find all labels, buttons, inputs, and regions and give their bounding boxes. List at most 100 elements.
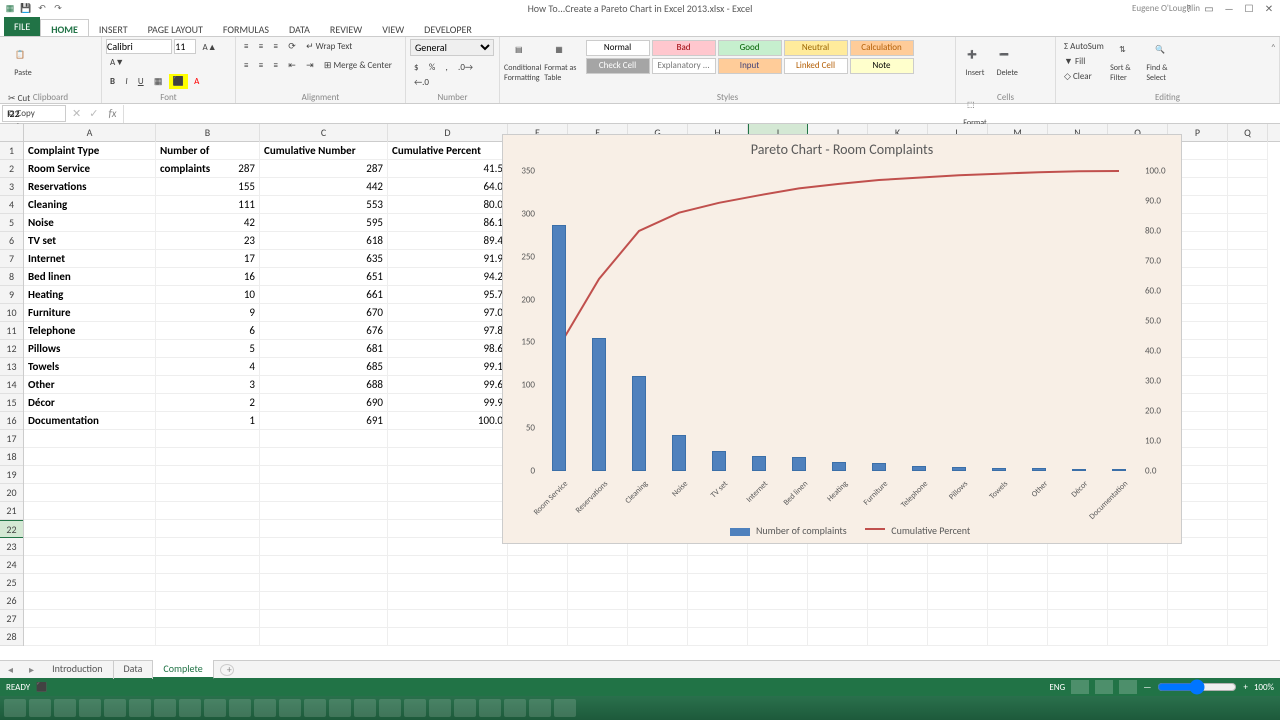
cell-C8[interactable]: 651 (260, 268, 388, 286)
cell-B18[interactable] (156, 448, 260, 466)
cell-C26[interactable] (260, 592, 388, 610)
taskbar-app-icon[interactable] (354, 699, 376, 717)
chart-title[interactable]: Pareto Chart - Room Complaints (503, 141, 1181, 158)
cell-D20[interactable] (388, 484, 508, 502)
decrease-decimal-icon[interactable]: ←.0 (410, 75, 433, 90)
sheet-tab-complete[interactable]: Complete (153, 660, 213, 679)
delete-cells-button[interactable]: ➖Delete (992, 39, 1022, 89)
bar-other[interactable] (1032, 468, 1046, 471)
cell-B13[interactable]: 4 (156, 358, 260, 376)
cell-B24[interactable] (156, 556, 260, 574)
cell-style-note[interactable]: Note (850, 58, 914, 74)
cell-B20[interactable] (156, 484, 260, 502)
cell-Q10[interactable] (1228, 304, 1268, 322)
row-header-16[interactable]: 16 (0, 412, 23, 430)
cell-D10[interactable]: 97.0 (388, 304, 508, 322)
cell-Q26[interactable] (1228, 592, 1268, 610)
cell-B25[interactable] (156, 574, 260, 592)
cell-Q25[interactable] (1228, 574, 1268, 592)
cell-style-calculation[interactable]: Calculation (850, 40, 914, 56)
cell-style-explanatory-[interactable]: Explanatory ... (652, 58, 716, 74)
cell-D14[interactable]: 99.6 (388, 376, 508, 394)
cell-N25[interactable] (1048, 574, 1108, 592)
row-header-7[interactable]: 7 (0, 250, 23, 268)
cell-Q17[interactable] (1228, 430, 1268, 448)
cell-B8[interactable]: 16 (156, 268, 260, 286)
collapse-ribbon-icon[interactable]: ˄ (1271, 41, 1276, 54)
cell-Q9[interactable] (1228, 286, 1268, 304)
cell-P24[interactable] (1168, 556, 1228, 574)
cell-D28[interactable] (388, 628, 508, 646)
page-break-view-icon[interactable] (1119, 680, 1137, 694)
cell-M26[interactable] (988, 592, 1048, 610)
cell-style-good[interactable]: Good (718, 40, 782, 56)
cell-D22[interactable] (388, 520, 508, 538)
cell-E26[interactable] (508, 592, 568, 610)
cell-J27[interactable] (808, 610, 868, 628)
bar-pillows[interactable] (952, 467, 966, 471)
conditional-formatting-button[interactable]: ▤Conditional Formatting (504, 39, 542, 89)
taskbar-app-icon[interactable] (279, 699, 301, 717)
cell-D25[interactable] (388, 574, 508, 592)
cell-I26[interactable] (748, 592, 808, 610)
bar-cleaning[interactable] (632, 376, 646, 471)
orientation-icon[interactable]: ⟳ (284, 39, 300, 54)
cell-D5[interactable]: 86.1 (388, 214, 508, 232)
cell-D4[interactable]: 80.0 (388, 196, 508, 214)
cell-C4[interactable]: 553 (260, 196, 388, 214)
cumulative-line[interactable] (559, 171, 1119, 347)
select-all-triangle[interactable] (0, 124, 24, 142)
cell-C27[interactable] (260, 610, 388, 628)
merge-center-button[interactable]: ⊞ Merge & Center (320, 58, 396, 73)
cell-A17[interactable] (24, 430, 156, 448)
cell-B4[interactable]: 111 (156, 196, 260, 214)
cell-B23[interactable] (156, 538, 260, 556)
increase-decimal-icon[interactable]: .0→ (454, 60, 477, 75)
cell-style-linked-cell[interactable]: Linked Cell (784, 58, 848, 74)
taskbar-app-icon[interactable] (254, 699, 276, 717)
formula-input[interactable] (123, 105, 1280, 123)
taskbar-app-icon[interactable] (304, 699, 326, 717)
cell-B12[interactable]: 5 (156, 340, 260, 358)
row-header-10[interactable]: 10 (0, 304, 23, 322)
cell-P25[interactable] (1168, 574, 1228, 592)
row-header-8[interactable]: 8 (0, 268, 23, 286)
taskbar-app-icon[interactable] (204, 699, 226, 717)
cell-C10[interactable]: 670 (260, 304, 388, 322)
cell-F27[interactable] (568, 610, 628, 628)
cell-D11[interactable]: 97.8 (388, 322, 508, 340)
taskbar-app-icon[interactable] (329, 699, 351, 717)
cell-C16[interactable]: 691 (260, 412, 388, 430)
col-header-C[interactable]: C (260, 124, 388, 142)
col-header-Q[interactable]: Q (1228, 124, 1268, 142)
cell-H26[interactable] (688, 592, 748, 610)
cell-O28[interactable] (1108, 628, 1168, 646)
cell-C11[interactable]: 676 (260, 322, 388, 340)
autosum-button[interactable]: Σ AutoSum (1060, 39, 1108, 54)
cell-C20[interactable] (260, 484, 388, 502)
cell-Q14[interactable] (1228, 376, 1268, 394)
row-headers[interactable]: 1234567891011121314151617181920212223242… (0, 142, 24, 646)
cell-B9[interactable]: 10 (156, 286, 260, 304)
cell-L25[interactable] (928, 574, 988, 592)
cell-Q4[interactable] (1228, 196, 1268, 214)
cell-D1[interactable]: Cumulative Percent (388, 142, 508, 160)
cell-C15[interactable]: 690 (260, 394, 388, 412)
row-header-3[interactable]: 3 (0, 178, 23, 196)
cell-D18[interactable] (388, 448, 508, 466)
cell-C23[interactable] (260, 538, 388, 556)
taskbar-app-icon[interactable] (404, 699, 426, 717)
fill-button[interactable]: ▼ Fill (1060, 54, 1089, 69)
cell-J26[interactable] (808, 592, 868, 610)
cell-Q24[interactable] (1228, 556, 1268, 574)
taskbar-app-icon[interactable] (29, 699, 51, 717)
cell-A13[interactable]: Towels (24, 358, 156, 376)
cell-K28[interactable] (868, 628, 928, 646)
cell-J25[interactable] (808, 574, 868, 592)
bar-documentation[interactable] (1112, 469, 1126, 471)
bar-furniture[interactable] (872, 463, 886, 471)
bar-room-service[interactable] (552, 225, 566, 471)
taskbar-app-icon[interactable] (454, 699, 476, 717)
start-button[interactable] (4, 699, 26, 717)
taskbar-app-icon[interactable] (79, 699, 101, 717)
